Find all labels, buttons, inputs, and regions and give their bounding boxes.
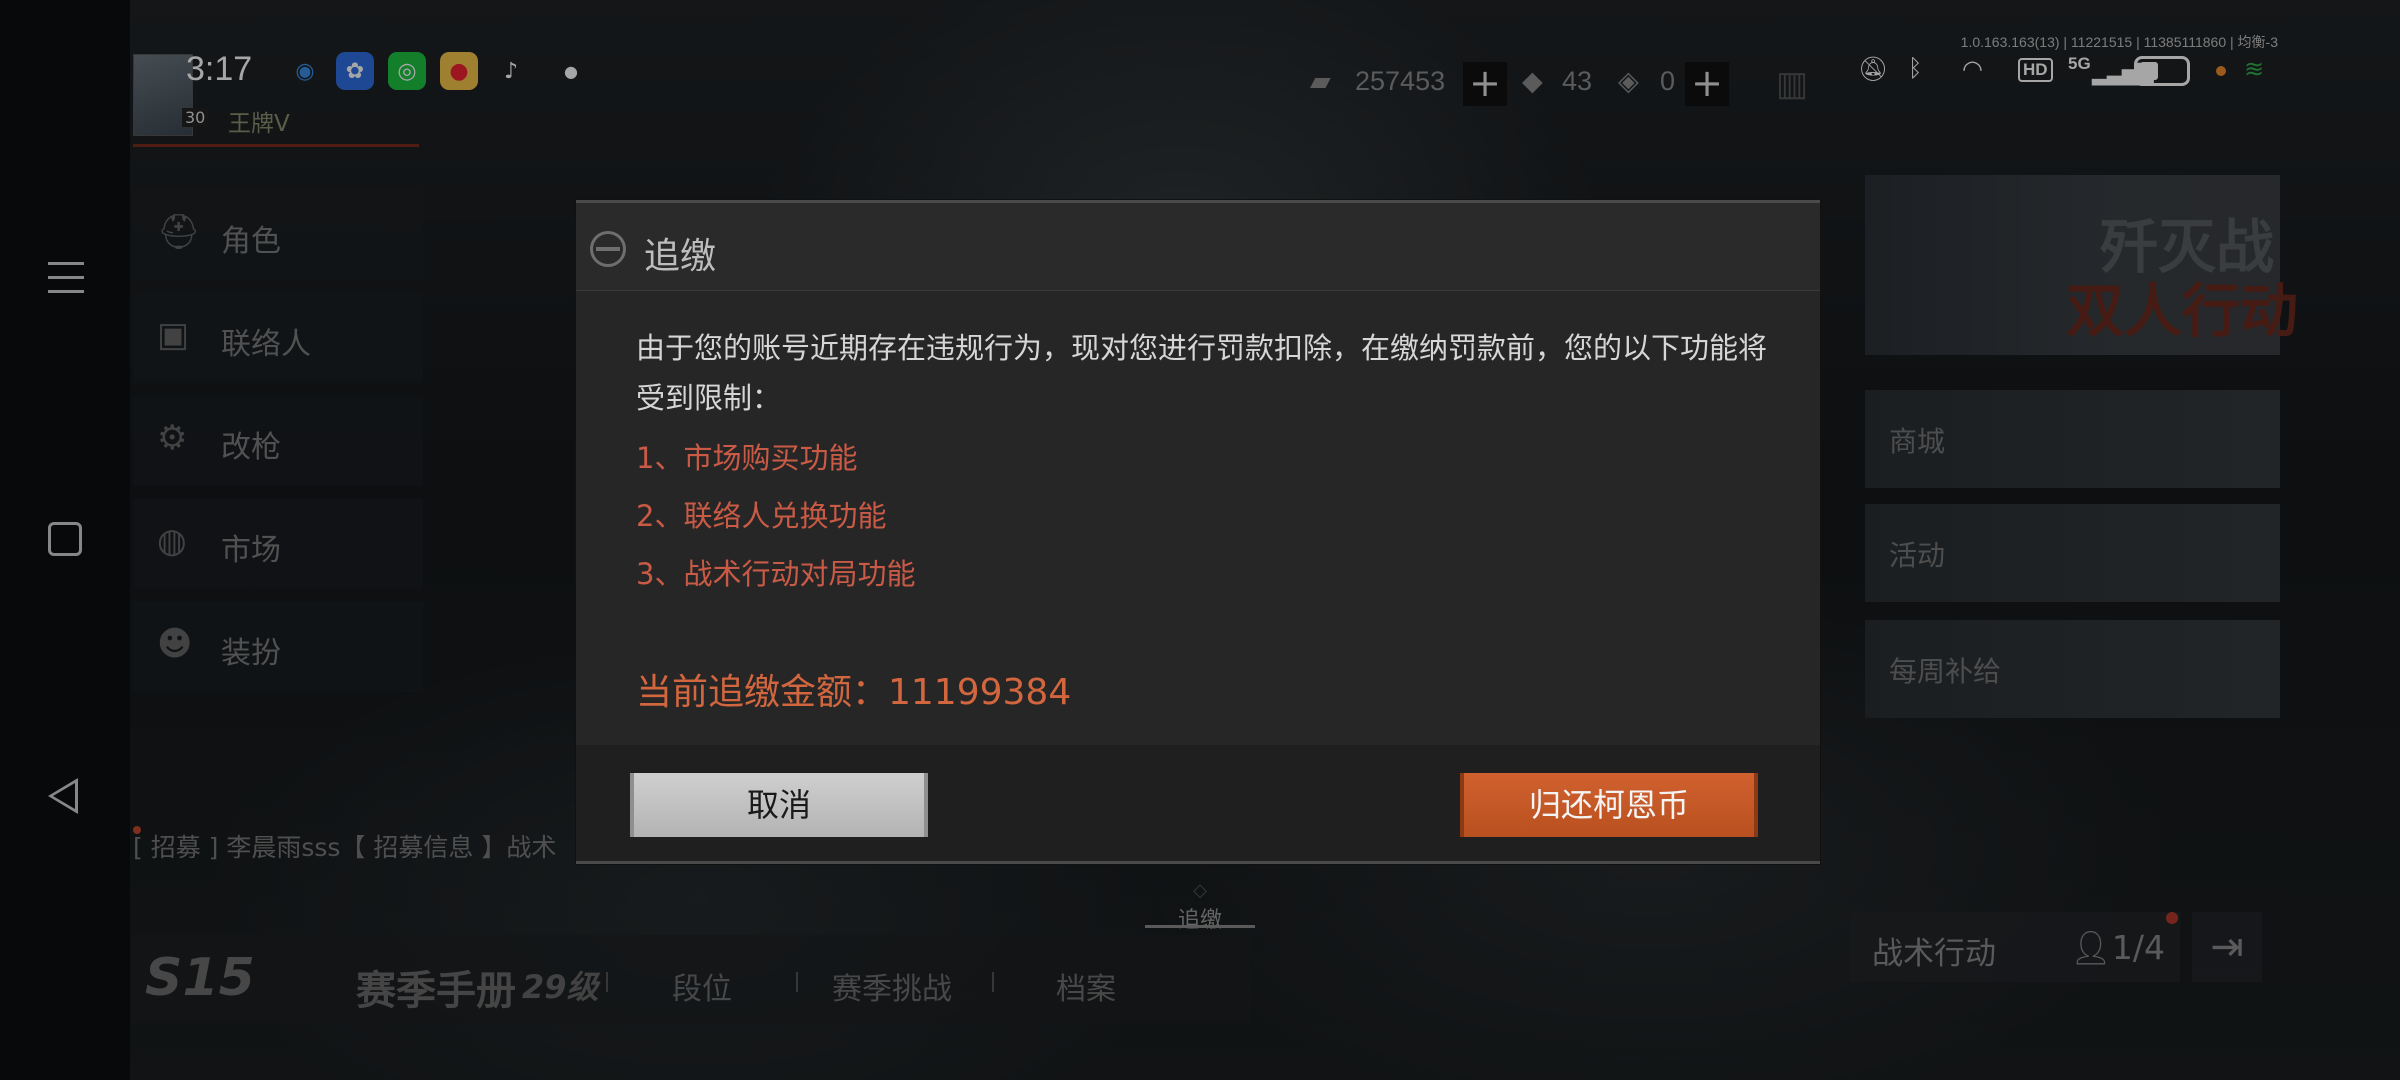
restriction-item: 3、战术行动对局功能 — [636, 557, 916, 591]
repay-coins-button[interactable]: 归还柯恩币 — [1460, 773, 1758, 837]
arrears-dialog: 追缴 由于您的账号近期存在违规行为，现对您进行罚款扣除，在缴纳罚款前，您的以下功… — [576, 200, 1820, 864]
dialog-title: 追缴 — [644, 236, 717, 277]
cancel-button[interactable]: 取消 — [630, 773, 928, 837]
arrears-amount: 当前追缴金额：11199384 — [636, 672, 1072, 713]
dialog-message: 由于您的账号近期存在违规行为，现对您进行罚款扣除，在缴纳罚款前，您的以下功能将受… — [636, 331, 1768, 415]
dialog-header: 追缴 — [576, 203, 1820, 291]
dialog-footer: 取消 归还柯恩币 — [576, 745, 1820, 861]
globe-logo-icon — [590, 231, 626, 267]
game-screen: 30 王牌V 3:17 ◉ ✿ ◎ ● ♪ ● 1.0.163.163(13) … — [0, 0, 2400, 1080]
dialog-body: 由于您的账号近期存在违规行为，现对您进行罚款扣除，在缴纳罚款前，您的以下功能将受… — [636, 323, 1776, 603]
restriction-item: 1、市场购买功能 — [636, 441, 858, 475]
restriction-item: 2、联络人兑换功能 — [636, 499, 887, 533]
